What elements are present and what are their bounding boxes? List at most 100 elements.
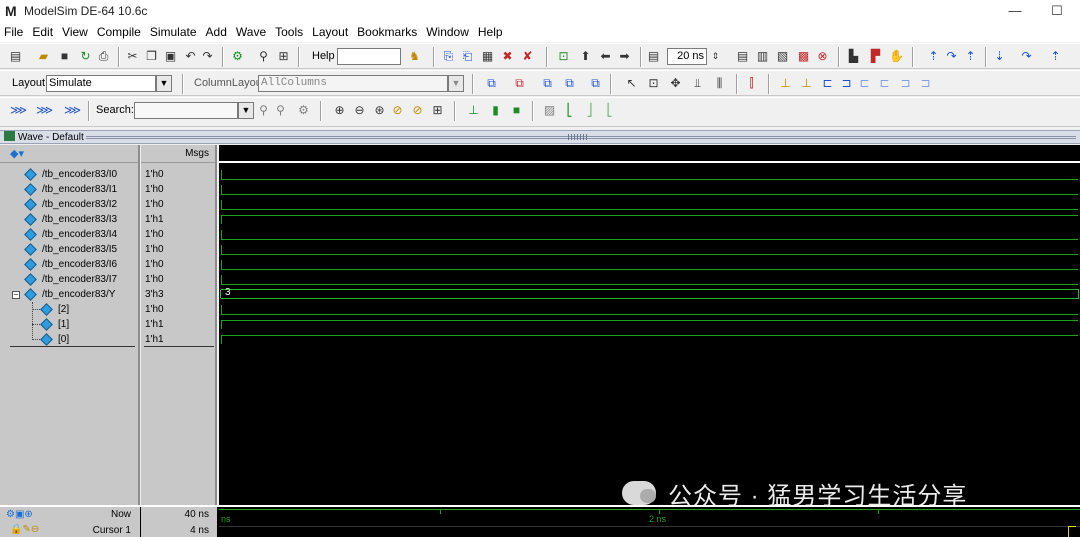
edge-icon[interactable]: ⎣ xyxy=(562,103,577,118)
next-fall-icon[interactable]: ⊏ xyxy=(877,76,892,91)
menu-simulate[interactable]: Simulate xyxy=(150,22,202,42)
step-up-icon[interactable]: ⇡ xyxy=(1048,49,1063,64)
run-all-icon[interactable]: ▧ xyxy=(775,49,790,64)
search-options-icon[interactable]: ⚙ xyxy=(296,103,311,118)
transition-icon[interactable]: ▨ xyxy=(542,103,557,118)
copy-icon[interactable]: ❐ xyxy=(144,49,159,64)
step-into-icon[interactable]: ⇣ xyxy=(992,49,1007,64)
run-icon[interactable]: ▤ xyxy=(735,49,750,64)
menu-window[interactable]: Window xyxy=(426,22,474,42)
menu-help[interactable]: Help xyxy=(478,22,508,42)
menu-compile[interactable]: Compile xyxy=(97,22,146,42)
prev-rise-icon[interactable]: ⊐ xyxy=(898,76,913,91)
stop-sim-icon[interactable]: ✘ xyxy=(520,49,535,64)
run-length-spinner[interactable]: ⇕ xyxy=(708,49,723,64)
search-prev-icon[interactable]: ⚲ xyxy=(256,103,271,118)
restart-icon[interactable]: ▤ xyxy=(646,49,661,64)
menu-tools[interactable]: Tools xyxy=(275,22,308,42)
wave-window-header[interactable]: Wave - Default xyxy=(0,130,1080,144)
layout-select[interactable]: Simulate xyxy=(46,75,156,92)
cursor-add-icon[interactable]: ⊥ xyxy=(778,76,793,91)
cut-icon[interactable]: ✂ xyxy=(125,49,140,64)
collapse-toggle-icon[interactable]: − xyxy=(12,291,20,299)
search-dropdown-icon[interactable]: ▼ xyxy=(238,102,254,119)
zoom-out-icon[interactable]: ⊖ xyxy=(352,103,367,118)
help-search-icon[interactable]: ♞ xyxy=(407,49,422,64)
compile-icon[interactable]: ⎘ xyxy=(441,49,456,64)
zoom-find-icon[interactable]: ⊞ xyxy=(276,49,291,64)
undo-icon[interactable]: ↶ xyxy=(183,49,198,64)
stop-icon[interactable]: ⊗ xyxy=(815,49,830,64)
signal-row[interactable]: /tb_encoder83/I6 xyxy=(0,257,140,272)
menu-layout[interactable]: Layout xyxy=(312,22,353,42)
step-over-icon[interactable]: ⊡ xyxy=(556,49,571,64)
left-arrow-icon[interactable]: ⬅ xyxy=(598,49,613,64)
zoom-full-icon[interactable]: ⊛ xyxy=(372,103,387,118)
signal-row-bit[interactable]: [2] xyxy=(0,302,140,317)
zoom-cursor-icon[interactable]: ⊘ xyxy=(390,103,405,118)
signal-row[interactable]: /tb_encoder83/I1 xyxy=(0,182,140,197)
step-expand-icon[interactable]: ⋙ xyxy=(64,103,81,118)
continue-icon[interactable]: ▥ xyxy=(755,49,770,64)
prev-fall-icon[interactable]: ⊏ xyxy=(857,76,872,91)
open-icon[interactable]: ▰ xyxy=(36,49,51,64)
edge-rise-icon[interactable]: ⎦ xyxy=(582,103,597,118)
zoom-last-icon[interactable]: ⊞ xyxy=(430,103,445,118)
step-over2-icon[interactable]: ↷ xyxy=(1019,49,1034,64)
hand-icon[interactable]: ✋ xyxy=(889,49,904,64)
wave-insert-icon[interactable]: ⧉ xyxy=(512,76,527,91)
up-arrow-icon[interactable]: ⬆ xyxy=(578,49,593,64)
window-grip[interactable] xyxy=(568,134,588,140)
gear-icon[interactable]: ⚙ xyxy=(230,49,245,64)
layout-dropdown-icon[interactable]: ▼ xyxy=(156,75,172,92)
wave-style-icon[interactable]: ▮ xyxy=(488,103,503,118)
collapse-icon[interactable]: ⋙ xyxy=(36,103,53,118)
cursor-tools-icon[interactable]: 🔒✎⊖ xyxy=(10,523,39,537)
simulate-icon[interactable]: ▦ xyxy=(480,49,495,64)
zoom-mode-icon[interactable]: ⊡ xyxy=(646,76,661,91)
wave-group-icon[interactable]: ⧉ xyxy=(562,76,577,91)
search-next-icon[interactable]: ⚲ xyxy=(273,103,288,118)
edge-fall-icon[interactable]: ⎣ xyxy=(602,103,617,118)
find-icon[interactable]: ⚲ xyxy=(256,49,271,64)
edit-mode-icon[interactable]: ⫫ xyxy=(690,76,705,91)
minimize-button[interactable]: — xyxy=(1006,2,1024,20)
menu-bookmarks[interactable]: Bookmarks xyxy=(357,22,422,42)
zoom-in-icon[interactable]: ⊕ xyxy=(332,103,347,118)
expand-icon[interactable]: ⋙ xyxy=(10,103,27,118)
column-layout-dropdown-icon[interactable]: ▼ xyxy=(448,75,464,92)
search-input[interactable] xyxy=(134,102,238,119)
waveform-pane[interactable]: 3 xyxy=(219,145,1080,505)
signal-row[interactable]: /tb_encoder83/I7 xyxy=(0,272,140,287)
footer-tools-icon[interactable]: ⚙▣⊕ xyxy=(6,508,33,522)
wave-format-icon[interactable]: ⧉ xyxy=(588,76,603,91)
break-icon[interactable]: ✖ xyxy=(500,49,515,64)
menu-add[interactable]: Add xyxy=(206,22,232,42)
signal-row-bit[interactable]: [1] xyxy=(0,317,140,332)
signal-row-bit[interactable]: [0] xyxy=(0,332,140,347)
wave-add-icon[interactable]: ⧉ xyxy=(484,76,499,91)
cursor-marker[interactable] xyxy=(1068,526,1076,537)
zoom-range-icon[interactable]: ⊘ xyxy=(410,103,425,118)
signal-row-bus[interactable]: − /tb_encoder83/Y xyxy=(0,287,140,302)
menu-edit[interactable]: Edit xyxy=(32,22,58,42)
signal-row[interactable]: /tb_encoder83/I2 xyxy=(0,197,140,212)
paste-icon[interactable]: ▣ xyxy=(163,49,178,64)
signal-row[interactable]: /tb_encoder83/I0 xyxy=(0,167,140,182)
column-layout-select[interactable]: AllColumns xyxy=(258,75,448,92)
prev-edge-icon[interactable]: ⊏ xyxy=(820,76,835,91)
compile-all-icon[interactable]: ⎗ xyxy=(460,49,475,64)
cursor-bar[interactable] xyxy=(219,526,1080,537)
new-icon[interactable]: ▤ xyxy=(8,49,23,64)
bookmark-icon[interactable]: ⫿ xyxy=(744,76,759,91)
wave-divider-icon[interactable]: ⧉ xyxy=(540,76,555,91)
select-mode-icon[interactable]: ↖ xyxy=(624,76,639,91)
pan-mode-icon[interactable]: ✥ xyxy=(668,76,683,91)
signal-row[interactable]: /tb_encoder83/I3 xyxy=(0,212,140,227)
step-icon[interactable]: ▙ xyxy=(846,49,861,64)
save-icon[interactable]: ■ xyxy=(57,49,72,64)
out-icon[interactable]: ⇡ xyxy=(963,49,978,64)
stretch-icon[interactable]: ⫼ xyxy=(712,76,727,91)
next-rise-icon[interactable]: ⊐ xyxy=(918,76,933,91)
wave-fill-icon[interactable]: ■ xyxy=(509,103,524,118)
